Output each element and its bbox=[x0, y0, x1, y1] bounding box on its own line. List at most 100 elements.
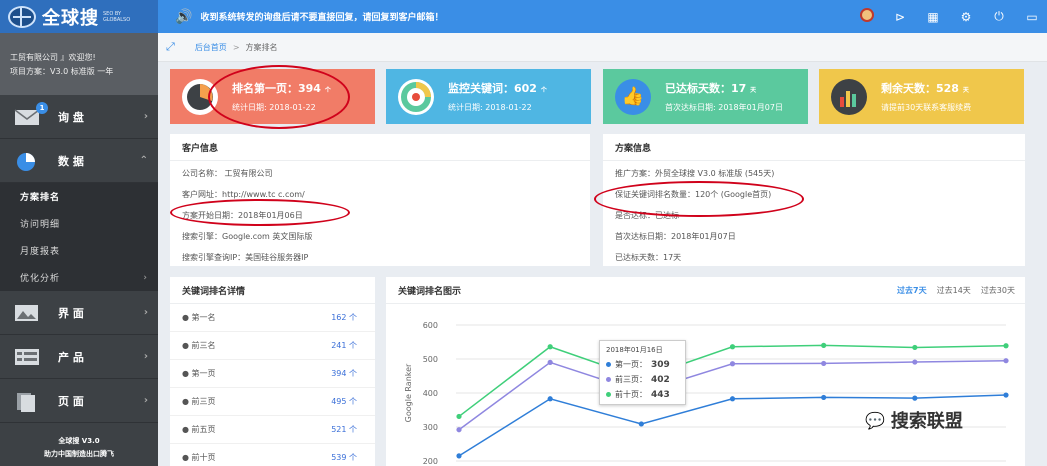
watermark: 💬 搜索联盟 bbox=[865, 407, 963, 433]
stat-unit: 天 bbox=[750, 87, 757, 94]
search-engine: 搜索引擎：Google.com 英文国际版 bbox=[182, 232, 313, 241]
footer-slogan: 助力中国制造出口腾飞 bbox=[44, 450, 114, 458]
panel-title: 方案信息 bbox=[603, 134, 1025, 161]
monitor-icon[interactable]: ▭ bbox=[1025, 10, 1039, 24]
panel-title: 关键词排名详情 bbox=[170, 277, 375, 304]
sidebar-item-label: 数 据 bbox=[58, 154, 84, 168]
tab-7-days[interactable]: 过去7天 bbox=[897, 285, 927, 296]
chevron-right-icon: › bbox=[143, 395, 148, 406]
tab-30-days[interactable]: 过去30天 bbox=[981, 285, 1015, 296]
rank-row: ● 前三名 241 个 bbox=[170, 332, 375, 360]
tooltip-label: 前三页： bbox=[615, 375, 647, 384]
brand-subtitle: SEO BY GLOBALSO bbox=[103, 10, 131, 23]
plan-text: 项目方案：V3.0 标准版 一年 bbox=[10, 67, 114, 76]
data-point bbox=[547, 359, 553, 365]
sidebar-item-label: 页 面 bbox=[58, 394, 84, 408]
tooltip-value: 443 bbox=[651, 389, 670, 400]
document-icon bbox=[14, 392, 40, 412]
pie-chart-icon bbox=[14, 152, 40, 171]
notice-bar: 🔊 收到系统转发的询盘后请不要直接回复，请回复到客户邮箱！ bbox=[175, 0, 443, 33]
sidebar-sub-ranking[interactable]: 方案排名 bbox=[0, 183, 158, 210]
tooltip-row: 前三页： 402 bbox=[606, 374, 679, 385]
rank-label: ● 前十页 bbox=[182, 453, 216, 462]
expand-icon[interactable]: ⤢ bbox=[166, 40, 175, 54]
rank-row: ● 前三页 495 个 bbox=[170, 388, 375, 416]
apps-icon[interactable]: ▦ bbox=[926, 10, 940, 24]
top-icons: ⊳ ▦ ⚙ ⏻ ▭ bbox=[860, 0, 1039, 33]
brand-name: 全球搜 bbox=[42, 7, 99, 29]
y-tick-label: 200 bbox=[423, 457, 438, 466]
stat-unit: 个 bbox=[540, 87, 547, 94]
panel-title: 客户信息 bbox=[170, 134, 590, 161]
logo[interactable]: 全球搜 SEO BY GLOBALSO bbox=[0, 0, 158, 33]
image-icon bbox=[14, 304, 40, 322]
donut-icon bbox=[398, 78, 434, 115]
stat-sub: 统计日期: 2018-01-22 bbox=[448, 103, 532, 112]
y-tick-label: 300 bbox=[423, 423, 438, 432]
rank-value: 241 个 bbox=[331, 341, 357, 350]
tooltip-value: 309 bbox=[651, 359, 670, 370]
footer-version: 全球搜 V3.0 bbox=[58, 437, 100, 445]
rank-row: ● 第一名 162 个 bbox=[170, 304, 375, 332]
rank-value: 539 个 bbox=[331, 453, 357, 462]
sidebar: 工贸有限公司 』欢迎您! 项目方案：V3.0 标准版 一年 1 询 盘 › 数 … bbox=[0, 33, 158, 466]
range-tabs: 过去7天 过去14天 过去30天 bbox=[897, 285, 1015, 296]
data-point bbox=[912, 395, 918, 401]
customer-site: 客户网址：http://www.tc c.com/ bbox=[182, 190, 305, 199]
sidebar-item-label: 界 面 bbox=[58, 306, 84, 320]
mail-icon: 1 bbox=[14, 101, 48, 126]
chevron-right-icon: › bbox=[143, 307, 148, 318]
tooltip-date: 2018年01月16日 bbox=[606, 346, 663, 354]
tooltip-label: 第一页： bbox=[615, 360, 647, 369]
sidebar-sub-monthly[interactable]: 月度报表 bbox=[0, 237, 158, 264]
tab-14-days[interactable]: 过去14天 bbox=[937, 285, 971, 296]
sidebar-item-products[interactable]: 产 品 › bbox=[0, 335, 158, 379]
y-tick-label: 400 bbox=[423, 389, 438, 398]
data-point bbox=[638, 421, 644, 427]
stat-sub: 请提前30天联系客服续费 bbox=[881, 103, 972, 112]
plan-info-panel: 方案信息 推广方案：外贸全球搜 V3.0 标准版 (545天) 保证关键词排名数… bbox=[603, 134, 1025, 266]
data-point bbox=[821, 342, 827, 348]
sidebar-sub-analysis[interactable]: 优化分析 › bbox=[0, 264, 158, 291]
sidebar-sub-visits[interactable]: 访问明细 bbox=[0, 210, 158, 237]
data-point bbox=[547, 396, 553, 402]
stat-title: 监控关键词：602 bbox=[448, 82, 537, 95]
breadcrumb: ⤢ 后台首页 > 方案排名 bbox=[158, 33, 1047, 62]
stat-title: 排名第一页：394 bbox=[232, 82, 321, 95]
rank-row: ● 前十页 539 个 bbox=[170, 444, 375, 466]
stat-unit: 个 bbox=[324, 87, 331, 94]
tooltip-row: 前十页： 443 bbox=[606, 389, 679, 400]
stat-title: 剩余天数：528 bbox=[881, 82, 959, 95]
thumbs-up-icon: 👍 bbox=[615, 78, 651, 115]
stat-title: 已达标天数：17 bbox=[665, 82, 747, 95]
notice-text: 收到系统转发的询盘后请不要直接回复，请回复到客户邮箱！ bbox=[200, 13, 444, 23]
query-ip: 搜索引擎查询IP：美国硅谷服务器IP bbox=[182, 253, 309, 262]
breadcrumb-home[interactable]: 后台首页 bbox=[195, 42, 227, 53]
bar-chart-icon bbox=[831, 78, 867, 115]
sidebar-item-inquiry[interactable]: 1 询 盘 › bbox=[0, 95, 158, 139]
sidebar-item-interface[interactable]: 界 面 › bbox=[0, 291, 158, 335]
product-list-icon bbox=[14, 348, 40, 366]
stat-card-first-page: 排名第一页：394 个 统计日期: 2018-01-22 bbox=[170, 69, 375, 124]
sidebar-item-pages[interactable]: 页 面 › bbox=[0, 379, 158, 423]
power-icon[interactable]: ⏻ bbox=[992, 9, 1006, 24]
data-point bbox=[547, 344, 553, 350]
days-reached: 已达标天数：17天 bbox=[615, 253, 682, 262]
tooltip-label: 前十页： bbox=[615, 390, 647, 399]
y-tick-label: 500 bbox=[423, 355, 438, 364]
gear-icon[interactable]: ⚙ bbox=[959, 10, 973, 24]
series-line bbox=[458, 344, 1007, 418]
chart-tooltip: 2018年01月16日 第一页： 309 前三页： 402 前十页： 443 bbox=[599, 340, 686, 405]
chevron-right-icon: › bbox=[143, 272, 148, 283]
play-icon[interactable]: ⊳ bbox=[893, 10, 907, 24]
avatar-icon[interactable] bbox=[860, 8, 874, 25]
sidebar-item-label: 产 品 bbox=[58, 350, 84, 364]
data-point bbox=[1003, 358, 1009, 364]
rank-row: ● 前五页 521 个 bbox=[170, 416, 375, 444]
data-point bbox=[456, 427, 462, 433]
start-date: 方案开始日期：2018年01月06日 bbox=[182, 211, 303, 220]
sidebar-item-data[interactable]: 数 据 ⌃ bbox=[0, 139, 158, 183]
data-point bbox=[729, 344, 736, 350]
rank-label: ● 前三页 bbox=[182, 397, 216, 406]
first-reached-date: 首次达标日期：2018年01月07日 bbox=[615, 232, 736, 241]
